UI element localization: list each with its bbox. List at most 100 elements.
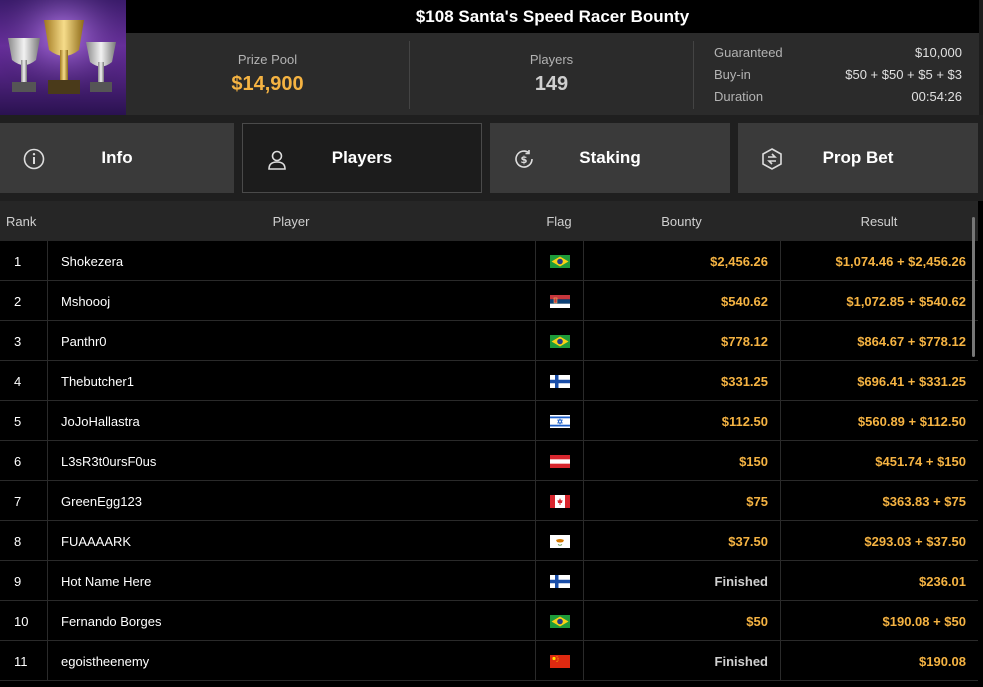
result-cell: $451.74 + $150: [780, 441, 978, 481]
rank-cell: 11: [14, 653, 28, 669]
player-name[interactable]: GreenEgg123: [47, 481, 535, 521]
table-row[interactable]: 8 FUAAAARK $37.50 $293.03 + $37.50: [0, 521, 978, 561]
player-name[interactable]: Fernando Borges: [47, 601, 535, 641]
duration-value: 00:54:26: [911, 88, 962, 104]
rank-cell: 3: [14, 333, 22, 349]
rank-cell: 1: [14, 253, 22, 269]
bounty-cell: $150: [583, 441, 780, 481]
result-cell: $864.67 + $778.12: [780, 321, 978, 361]
tab-bar: Info Players $ Staking Prop Bet: [0, 123, 983, 193]
flag-header[interactable]: Flag: [535, 201, 583, 241]
tab-info[interactable]: Info: [0, 123, 234, 193]
rank-cell: 9: [14, 573, 22, 589]
bounty-header[interactable]: Bounty: [583, 201, 780, 241]
china-flag-icon: [549, 654, 570, 668]
player-name[interactable]: Thebutcher1: [47, 361, 535, 401]
table-row[interactable]: 11 egoistheenemy Finished $190.08: [0, 641, 978, 681]
buy-in-row: Buy-in $50 + $50 + $5 + $3: [714, 63, 962, 85]
player-name[interactable]: Shokezera: [47, 241, 535, 281]
table-row[interactable]: 2 Mshoooj $540.62 $1,072.85 + $540.62: [0, 281, 978, 321]
tab-players[interactable]: Players: [242, 123, 482, 193]
players-label: Players: [529, 52, 574, 67]
result-header[interactable]: Result: [780, 201, 978, 241]
rank-cell: 6: [14, 453, 22, 469]
table-row[interactable]: 9 Hot Name Here Finished $236.01: [0, 561, 978, 601]
tournament-title: $108 Santa's Speed Racer Bounty: [126, 0, 979, 33]
flag-cell: [535, 561, 583, 601]
canada-flag-icon: [549, 494, 570, 508]
result-cell: $190.08 + $50: [780, 601, 978, 641]
bounty-cell: $2,456.26: [583, 241, 780, 281]
flag-cell: [535, 601, 583, 641]
rank-cell: 2: [14, 293, 22, 309]
table-row[interactable]: 3 Panthr0 $778.12 $864.67 + $778.12: [0, 321, 978, 361]
result-cell: $1,074.46 + $2,456.26: [780, 241, 978, 281]
player-name[interactable]: Hot Name Here: [47, 561, 535, 601]
players-table: Rank Player Flag Bounty Result 1 Shokezer…: [0, 201, 983, 687]
player-name[interactable]: FUAAAARK: [47, 521, 535, 561]
finland-flag-icon: [549, 574, 570, 588]
serbia-flag-icon: [549, 294, 570, 308]
prize-pool: Prize Pool $14,900: [126, 33, 409, 115]
tournament-details: Guaranteed $10,000 Buy-in $50 + $50 + $5…: [714, 41, 962, 107]
table-row[interactable]: 4 Thebutcher1 $331.25 $696.41 + $331.25: [0, 361, 978, 401]
table-row[interactable]: 5 JoJoHallastra $112.50 $560.89 + $112.50: [0, 401, 978, 441]
info-icon: [23, 148, 45, 170]
bounty-cell: $112.50: [583, 401, 780, 441]
player-header[interactable]: Player: [47, 201, 535, 241]
finland-flag-icon: [549, 374, 570, 388]
table-row[interactable]: 6 L3sR3t0ursF0us $150 $451.74 + $150: [0, 441, 978, 481]
bounty-cell: $75: [583, 481, 780, 521]
flag-cell: [535, 641, 583, 681]
player-name[interactable]: egoistheenemy: [47, 641, 535, 681]
divider: [693, 41, 694, 109]
duration-row: Duration 00:54:26: [714, 85, 962, 107]
result-cell: $236.01: [780, 561, 978, 601]
players-count: Players 149: [410, 33, 693, 115]
buy-in-label: Buy-in: [714, 66, 751, 82]
result-cell: $363.83 + $75: [780, 481, 978, 521]
duration-label: Duration: [714, 88, 764, 104]
rank-cell: 5: [14, 413, 22, 429]
flag-cell: [535, 321, 583, 361]
rank-cell: 8: [14, 533, 22, 549]
austria-flag-icon: [549, 454, 570, 468]
rank-cell: 7: [14, 493, 22, 509]
tournament-header: $108 Santa's Speed Racer Bounty Prize Po…: [0, 0, 983, 115]
user-icon: [268, 150, 286, 170]
bounty-cell: $50: [583, 601, 780, 641]
buy-in-value: $50 + $50 + $5 + $3: [845, 66, 962, 82]
flag-cell: [535, 361, 583, 401]
result-cell: $560.89 + $112.50: [780, 401, 978, 441]
player-name[interactable]: JoJoHallastra: [47, 401, 535, 441]
result-cell: $1,072.85 + $540.62: [780, 281, 978, 321]
flag-cell: [535, 441, 583, 481]
flag-cell: [535, 281, 583, 321]
flag-cell: [535, 521, 583, 561]
guaranteed-row: Guaranteed $10,000: [714, 41, 962, 63]
bounty-cell: Finished: [583, 641, 780, 681]
table-row[interactable]: 10 Fernando Borges $50 $190.08 + $50: [0, 601, 978, 641]
bounty-cell: $331.25: [583, 361, 780, 401]
player-name[interactable]: L3sR3t0ursF0us: [47, 441, 535, 481]
rank-header[interactable]: Rank: [6, 201, 36, 241]
flag-cell: [535, 241, 583, 281]
table-row[interactable]: 7 GreenEgg123 $75 $363.83 + $75: [0, 481, 978, 521]
bounty-cell: $778.12: [583, 321, 780, 361]
prop-bet-icon: [762, 148, 782, 170]
tab-prop-bet[interactable]: Prop Bet: [738, 123, 978, 193]
tab-staking[interactable]: $ Staking: [490, 123, 730, 193]
scrollbar[interactable]: [972, 217, 975, 357]
cyprus-flag-icon: [549, 534, 570, 548]
israel-flag-icon: [549, 414, 570, 428]
player-name[interactable]: Panthr0: [47, 321, 535, 361]
player-name[interactable]: Mshoooj: [47, 281, 535, 321]
staking-icon: $: [515, 150, 533, 168]
trophy-image: [0, 0, 126, 115]
table-header: Rank Player Flag Bounty Result: [0, 201, 978, 241]
guaranteed-label: Guaranteed: [714, 44, 783, 60]
table-row[interactable]: 1 Shokezera $2,456.26 $1,074.46 + $2,456.26: [0, 241, 978, 281]
brazil-flag-icon: [549, 254, 570, 268]
result-cell: $293.03 + $37.50: [780, 521, 978, 561]
brazil-flag-icon: [549, 334, 570, 348]
